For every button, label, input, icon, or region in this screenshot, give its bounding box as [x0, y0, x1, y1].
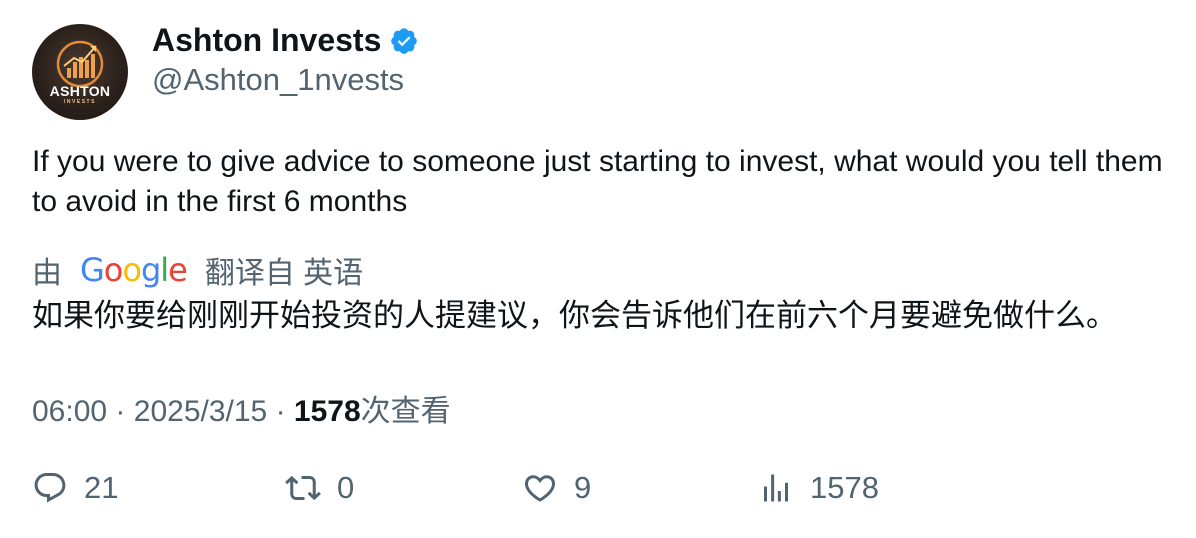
views-button[interactable]: 1578: [758, 470, 879, 506]
reply-button[interactable]: 21: [32, 470, 118, 506]
avatar[interactable]: ASHTON INVESTS: [32, 24, 128, 120]
meta-separator: ·: [115, 395, 126, 428]
author-display-name[interactable]: Ashton Invests: [152, 22, 381, 59]
repost-button[interactable]: 0: [285, 470, 354, 506]
tweet-time[interactable]: 06:00: [32, 395, 107, 428]
avatar-brand-subtext: INVESTS: [64, 99, 96, 105]
heart-icon: [524, 475, 556, 502]
views-action-count: 1578: [810, 470, 879, 505]
author-handle[interactable]: @Ashton_1nvests: [152, 62, 404, 98]
repost-count: 0: [337, 470, 355, 505]
tweet-date[interactable]: 2025/3/15: [134, 395, 267, 428]
reply-count: 21: [84, 470, 119, 505]
avatar-brand-text: ASHTON: [49, 83, 111, 99]
translated-tweet-text: 如果你要给刚刚开始投资的人提建议，你会告诉他们在前六个月要避免做什么。: [32, 298, 1117, 333]
views-label: 次查看: [360, 395, 451, 428]
like-count: 9: [574, 470, 592, 505]
meta-separator: ·: [275, 395, 286, 428]
google-logo: Google: [80, 251, 188, 289]
translation-attribution: 由 Google 翻译自 英语: [32, 248, 363, 292]
like-button[interactable]: 9: [522, 470, 591, 506]
tweet-text: If you were to give advice to someone ju…: [32, 145, 1163, 218]
author-name-row: Ashton Invests: [152, 22, 419, 59]
views-count: 1578: [293, 395, 361, 428]
verified-badge-icon[interactable]: [389, 26, 419, 56]
reply-icon: [34, 473, 66, 503]
translation-source-language[interactable]: 翻译自 英语: [205, 248, 363, 292]
action-bar: 21 0 9 1578: [0, 470, 1196, 514]
repost-icon: [285, 475, 321, 501]
avatar-logo-graphic: [56, 40, 104, 88]
analytics-bar-chart-icon: [764, 474, 788, 502]
tweet-meta: 06:00 · 2025/3/15 · 1578次查看: [32, 386, 451, 430]
translation-prefix: 由: [32, 257, 62, 290]
